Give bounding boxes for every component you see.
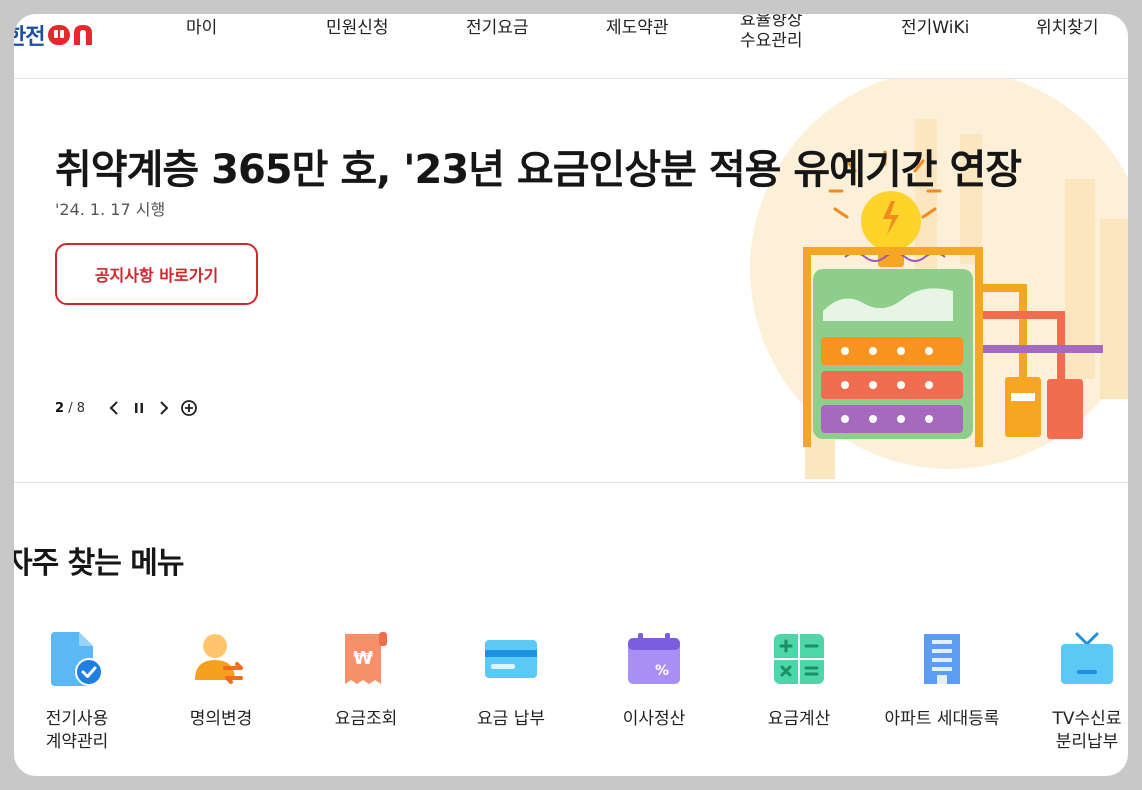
menu-contract-management[interactable]: 전기사용 계약관리: [14, 628, 147, 754]
prev-icon[interactable]: [103, 397, 125, 419]
hero-banner: 취약계층 365만 호, '23년 요금인상분 적용 유예기간 연장 '24. …: [14, 79, 1128, 483]
nav-electric-bill[interactable]: 전기요금: [466, 18, 529, 39]
logo-on-mark: [46, 22, 98, 48]
menu-bill-inquiry[interactable]: ₩ 요금조회: [296, 628, 436, 731]
kepco-on-logo[interactable]: 한전: [14, 18, 98, 52]
menu-name-change[interactable]: 명의변경: [151, 628, 291, 731]
menu-label: 요금계산: [767, 709, 831, 729]
menu-bill-payment[interactable]: 요금 납부: [441, 628, 581, 731]
menu-label: 전기사용 계약관리: [45, 709, 109, 752]
menu-label: 명의변경: [189, 709, 253, 729]
slide-pager: 2 / 8: [55, 401, 85, 416]
nav-my[interactable]: 마이: [186, 18, 217, 39]
calendar-percent-icon: %: [623, 628, 685, 690]
nav-civil-request[interactable]: 민원신청: [326, 18, 389, 39]
svg-text:₩: ₩: [353, 648, 373, 669]
menu-move-settlement[interactable]: % 이사정산: [584, 628, 724, 731]
hero-title: 취약계층 365만 호, '23년 요금인상분 적용 유예기간 연장: [55, 147, 1022, 193]
contract-check-icon: [46, 628, 108, 690]
calculator-icon: [768, 628, 830, 690]
menu-label: 아파트 세대등록: [884, 709, 1000, 729]
expand-icon[interactable]: [178, 397, 200, 419]
menu-label: TV수신료 분리납부: [1052, 709, 1122, 752]
svg-text:%: %: [655, 663, 669, 679]
nav-terms[interactable]: 제도약관: [606, 18, 669, 39]
apartment-icon: [911, 628, 973, 690]
tv-icon: [1056, 628, 1118, 690]
won-receipt-icon: ₩: [335, 628, 397, 690]
hero-date: '24. 1. 17 시행: [55, 200, 166, 219]
nav-wiki[interactable]: 전기WiKi: [901, 18, 969, 39]
menu-label: 요금조회: [334, 709, 398, 729]
card-icon: [480, 628, 542, 690]
app-frame: 한전 마이 민원신청 전기요금 제도약관 효율향상 수요관리 전기WiKi 위치…: [14, 14, 1128, 776]
user-change-icon: [190, 628, 252, 690]
menu-apartment-registration[interactable]: 아파트 세대등록: [872, 628, 1012, 731]
slide-separator: /: [68, 400, 73, 416]
frequent-menu-title: 자주 찾는 메뉴: [14, 546, 184, 581]
menu-label: 요금 납부: [477, 709, 545, 729]
pause-icon[interactable]: [128, 397, 150, 419]
nav-efficiency[interactable]: 효율향상 수요관리: [740, 14, 803, 52]
page: 한전 마이 민원신청 전기요금 제도약관 효율향상 수요관리 전기WiKi 위치…: [14, 14, 1128, 776]
notice-shortcut-button[interactable]: 공지사항 바로가기: [55, 243, 258, 305]
menu-tv-fee-separation[interactable]: TV수신료 분리납부: [1017, 628, 1128, 754]
menu-bill-calculation[interactable]: 요금계산: [729, 628, 869, 731]
top-header: 한전 마이 민원신청 전기요금 제도약관 효율향상 수요관리 전기WiKi 위치…: [14, 14, 1128, 79]
slide-total: 8: [76, 400, 85, 416]
next-icon[interactable]: [153, 397, 175, 419]
slide-current: 2: [55, 400, 65, 416]
logo-text: 한전: [14, 25, 45, 50]
nav-location[interactable]: 위치찾기: [1036, 18, 1099, 39]
menu-label: 이사정산: [622, 709, 686, 729]
slider-controls: 2 / 8: [55, 397, 203, 419]
